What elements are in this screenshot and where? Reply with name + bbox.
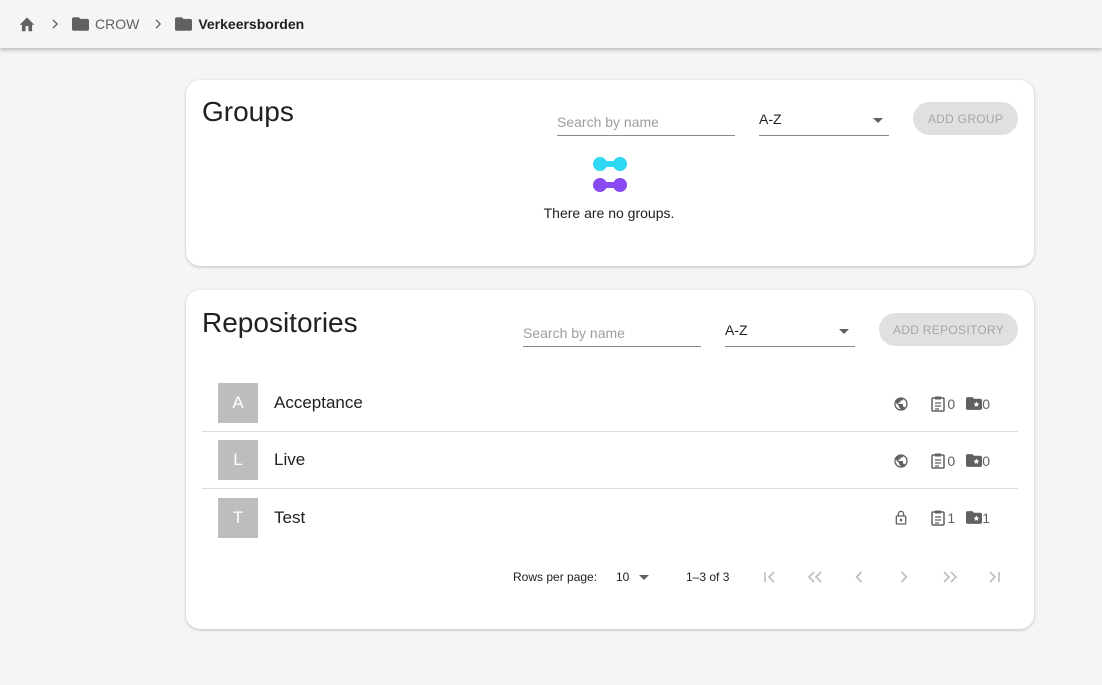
- groups-title: Groups: [202, 96, 294, 127]
- skip-forward-icon[interactable]: [942, 567, 958, 587]
- datasets-count: 0: [931, 453, 955, 469]
- datasets-count-value: 0: [947, 452, 956, 469]
- repository-meta: 0 0: [893, 375, 990, 432]
- empty-state-text: There are no groups.: [543, 205, 675, 221]
- repository-meta: 0 0: [893, 432, 990, 489]
- pagination-range: 1–3 of 3: [686, 570, 730, 584]
- breadcrumb-item-verkeersborden[interactable]: Verkeersborden: [175, 16, 304, 32]
- rows-per-page-label: Rows per page:: [513, 570, 598, 584]
- groups-sort-value: A-Z: [759, 110, 782, 127]
- clipboard-icon: [931, 510, 946, 526]
- datasets-count-value: 1: [947, 509, 956, 526]
- previous-page-icon[interactable]: [855, 567, 863, 587]
- datasets-count: 1: [931, 510, 955, 526]
- lock-icon: [893, 510, 909, 526]
- repository-name: Acceptance: [274, 393, 363, 412]
- stories-count-value: 0: [982, 395, 990, 412]
- datasets-count: 0: [931, 396, 955, 412]
- caret-down-icon: [639, 574, 650, 580]
- groups-search-input[interactable]: [557, 102, 735, 135]
- stories-count: 0: [966, 453, 990, 469]
- folder-icon: [72, 17, 89, 31]
- groups-sort-select[interactable]: A-Z: [759, 102, 889, 136]
- avatar: A: [218, 383, 258, 423]
- repository-row[interactable]: L Live 0 0: [202, 432, 1018, 489]
- first-page-icon[interactable]: [763, 567, 777, 587]
- clipboard-icon: [931, 453, 946, 469]
- groups-search-field[interactable]: [557, 102, 735, 136]
- repository-meta: 1 1: [893, 489, 990, 546]
- globe-icon: [893, 396, 909, 412]
- stories-count: 0: [966, 396, 990, 412]
- breadcrumb-bar: CROW Verkeersborden: [0, 0, 1102, 48]
- clipboard-icon: [931, 396, 946, 412]
- empty-groups-icon: [592, 156, 628, 199]
- chevron-right-icon: [51, 19, 59, 29]
- chevron-right-icon: [154, 19, 162, 29]
- repositories-sort-value: A-Z: [725, 321, 748, 338]
- repositories-sort-select[interactable]: A-Z: [725, 313, 855, 347]
- repository-row[interactable]: T Test 1 1: [202, 489, 1018, 546]
- add-group-button[interactable]: ADD GROUP: [913, 102, 1018, 135]
- breadcrumb-current-label: Verkeersborden: [198, 16, 305, 32]
- last-page-icon[interactable]: [987, 567, 1001, 587]
- folder-star-icon: [966, 397, 983, 410]
- avatar: L: [218, 440, 258, 480]
- next-page-icon[interactable]: [900, 567, 908, 587]
- stories-count-value: 1: [982, 509, 990, 526]
- folder-star-icon: [966, 511, 983, 524]
- pagination: Rows per page: 10 1–3 of 3: [186, 567, 1034, 587]
- repository-name: Live: [274, 450, 306, 469]
- repositories-search-input[interactable]: [523, 313, 701, 346]
- repositories-title: Repositories: [202, 307, 358, 338]
- breadcrumb-item-crow[interactable]: CROW: [72, 16, 139, 32]
- home-icon[interactable]: [18, 16, 36, 32]
- repository-row[interactable]: A Acceptance 0 0: [202, 375, 1018, 432]
- rows-per-page-select[interactable]: 10: [616, 567, 652, 587]
- repositories-card: Repositories A-Z ADD REPOSITORY A Accept…: [186, 290, 1034, 629]
- repositories-search-field[interactable]: [523, 313, 701, 347]
- datasets-count-value: 0: [947, 395, 956, 412]
- groups-empty-state: There are no groups.: [186, 156, 1034, 221]
- repository-name: Test: [274, 507, 306, 527]
- caret-down-icon: [839, 329, 849, 334]
- breadcrumb-label: CROW: [95, 16, 140, 32]
- avatar: T: [218, 497, 258, 538]
- add-repository-button[interactable]: ADD REPOSITORY: [879, 313, 1018, 346]
- globe-icon: [893, 453, 909, 469]
- groups-card: Groups A-Z ADD GROUP There are no groups…: [186, 80, 1034, 266]
- skip-back-icon[interactable]: [807, 567, 823, 587]
- stories-count-value: 0: [982, 452, 990, 469]
- stories-count: 1: [966, 510, 990, 526]
- caret-down-icon: [873, 118, 883, 123]
- rows-per-page-value: 10: [616, 570, 630, 584]
- folder-star-icon: [966, 454, 983, 467]
- folder-icon: [175, 17, 193, 31]
